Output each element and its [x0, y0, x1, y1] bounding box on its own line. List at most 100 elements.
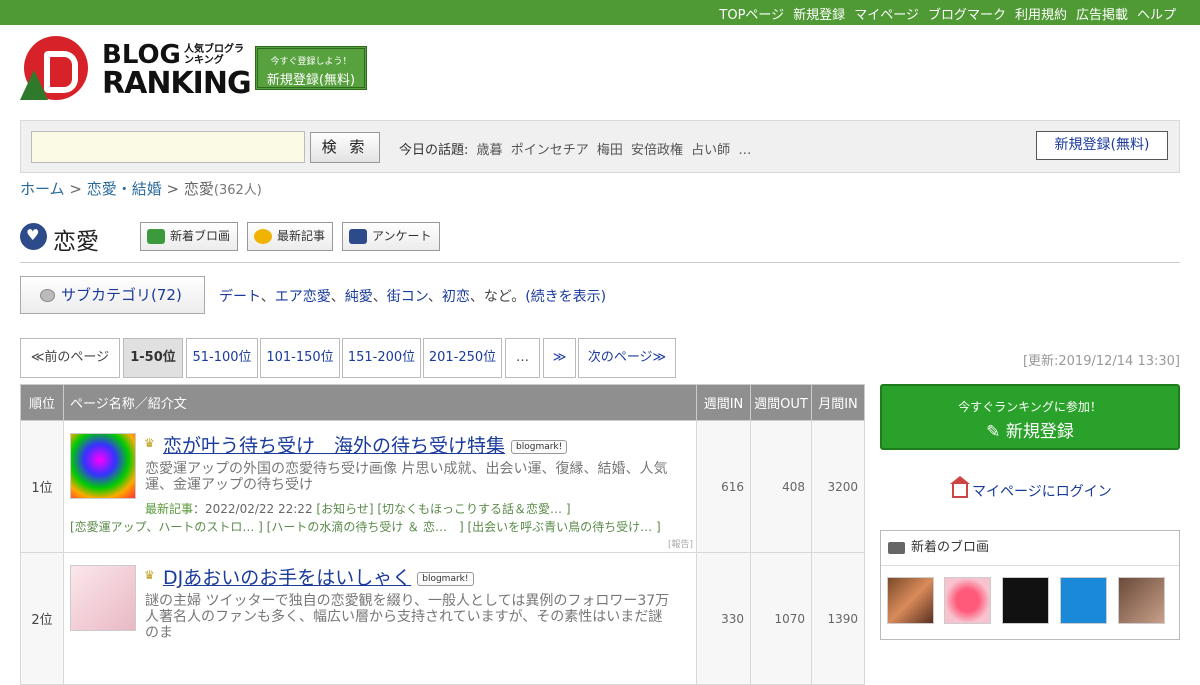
page-button[interactable]: 51-100位 — [186, 338, 258, 378]
week-out-cell: 1070 — [750, 552, 812, 685]
new-image-thumbnail[interactable] — [1060, 577, 1107, 624]
breadcrumb-home[interactable]: ホーム — [20, 180, 65, 198]
article-link[interactable]: [出会いを呼ぶ青い鳥の待ち受け… ] — [467, 520, 660, 534]
report-link[interactable]: [報告] — [668, 537, 693, 550]
subcategory-link[interactable]: 純愛 — [345, 289, 373, 305]
blog-entry: ♛ DJあおいのお手をはいしゃく blogmark! 謎の主婦 ツイッターで独自の… — [63, 552, 697, 685]
blog-entry: ♛ 恋が叶う待ち受け 海外の待ち受け特集 blogmark! 恋愛運アップの外国の… — [63, 420, 697, 553]
topic-link[interactable]: 占い師 — [691, 143, 730, 158]
col-month-in: 月間IN — [811, 384, 865, 421]
logo-text-ranking: RANKING — [102, 66, 252, 101]
breadcrumb-separator: > — [69, 180, 82, 198]
article-link[interactable]: [恋愛運アップ、ハートのストロ… ] — [70, 520, 263, 534]
month-in-cell: 1390 — [811, 552, 865, 685]
nav-register[interactable]: 新規登録 — [793, 4, 845, 23]
latest-date: ：2022/02/22 22:22 — [193, 502, 313, 516]
jump-forward-button[interactable]: ≫ — [543, 338, 576, 378]
heart-category-icon — [20, 223, 47, 250]
blog-title-link[interactable]: 恋が叶う待ち受け 海外の待ち受け特集 blogmark! — [163, 431, 568, 458]
blogmark-badge[interactable]: blogmark! — [417, 572, 474, 586]
page-button[interactable]: 151-200位 — [342, 338, 421, 378]
category-title-text: 恋愛 — [53, 229, 99, 255]
breadcrumb-current: 恋愛 — [183, 180, 214, 198]
latest-articles-label: 最新記事 — [277, 229, 326, 243]
topic-link[interactable]: 梅田 — [597, 143, 623, 158]
subcategory-link[interactable]: デート — [219, 289, 261, 305]
topic-link[interactable]: 安倍政権 — [631, 143, 683, 158]
topic-link[interactable]: ポインセチア — [511, 143, 589, 158]
subcategory-link[interactable]: エア恋愛 — [275, 289, 331, 305]
nav-help[interactable]: ヘルプ — [1137, 4, 1176, 23]
article-link[interactable]: [ハートの水滴の待ち受け ＆ 恋… ] — [267, 520, 464, 534]
rank-cell: 1位 — [20, 420, 64, 553]
next-page-button[interactable]: 次のページ≫ — [578, 338, 676, 378]
mypage-login-link[interactable]: マイページにログイン — [950, 476, 1112, 501]
join-label: ✎ 新規登録 — [882, 417, 1178, 442]
new-image-thumbnail[interactable] — [1002, 577, 1049, 624]
latest-articles-button[interactable]: 最新記事 — [247, 222, 333, 251]
topics-more-link[interactable]: … — [738, 143, 751, 158]
crown-icon: ♛ — [144, 436, 155, 450]
new-images-header: 新着のブロ画 — [881, 531, 1179, 566]
search-bar: 検 索 今日の話題: 歳暮 ポインセチア 梅田 安倍政権 占い師 … 新規登録(… — [20, 120, 1180, 173]
blog-description: 謎の主婦 ツイッターで独自の恋愛観を綴り、一般人としては異例のフォロワー37万人… — [145, 593, 670, 641]
search-button[interactable]: 検 索 — [310, 132, 380, 163]
signup-icon: ✎ — [986, 422, 1006, 442]
col-week-in: 週間IN — [696, 384, 751, 421]
page-button[interactable]: 201-250位 — [423, 338, 502, 378]
logo-tagline: 人気ブログランキング — [184, 44, 244, 66]
site-logo[interactable]: BLOG RANKING 人気ブログランキング — [20, 36, 252, 102]
page-button[interactable]: 101-150位 — [260, 338, 340, 378]
join-ranking-button[interactable]: 今すぐランキングに参加！ ✎ 新規登録 — [880, 384, 1180, 450]
register-banner-button[interactable]: 今すぐ登録しよう！ 新規登録(無料) — [255, 46, 367, 90]
home-icon — [950, 476, 970, 498]
topic-link[interactable]: 歳暮 — [477, 143, 503, 158]
register-free-button[interactable]: 新規登録(無料) — [1036, 131, 1168, 160]
nav-terms[interactable]: 利用規約 — [1015, 4, 1067, 23]
new-badge-icon — [254, 229, 272, 244]
top-navigation-bar: TOPページ 新規登録 マイページ ブログマーク 利用規約 広告掲載 ヘルプ — [0, 0, 1200, 25]
blog-thumbnail[interactable] — [70, 433, 136, 499]
new-image-thumbnail[interactable] — [1118, 577, 1165, 624]
article-link[interactable]: [お知らせ] — [316, 502, 373, 516]
table-row: 2位 ♛ DJあおいのお手をはいしゃく blogmark! 謎の主婦 ツイッターで… — [20, 552, 865, 685]
login-label: マイページにログイン — [972, 484, 1112, 500]
blog-thumbnail[interactable] — [70, 565, 136, 631]
search-input[interactable] — [31, 131, 305, 163]
new-images-button[interactable]: 新着ブロ画 — [140, 222, 238, 251]
subcategory-link[interactable]: 街コン — [387, 289, 428, 305]
subcategory-suffix: 、など。 — [469, 289, 526, 305]
latest-label: 最新記事 — [145, 502, 194, 516]
col-rank: 順位 — [20, 384, 64, 421]
nav-mypage[interactable]: マイページ — [854, 4, 919, 23]
nav-blogmark[interactable]: ブログマーク — [928, 4, 1006, 23]
camera-icon — [147, 229, 165, 244]
subcategory-link[interactable]: 初恋 — [442, 289, 470, 305]
blogmark-badge[interactable]: blogmark! — [511, 440, 568, 454]
blog-description: 恋愛運アップの外国の恋愛待ち受け画像 片思い成就、出会い運、復縁、結婚、人気運、… — [145, 461, 668, 493]
survey-button[interactable]: アンケート — [342, 222, 440, 251]
nav-top[interactable]: TOPページ — [719, 4, 784, 23]
updated-timestamp: [更新:2019/12/14 13:30] — [1022, 354, 1180, 369]
new-image-thumbnail[interactable] — [887, 577, 934, 624]
article-links: [恋愛運アップ、ハートのストロ… ] [ハートの水滴の待ち受け ＆ 恋… ] [… — [70, 518, 661, 535]
new-images-label: 新着ブロ画 — [170, 229, 231, 243]
breadcrumb: ホーム > 恋愛・結婚 > 恋愛(362人) — [20, 178, 262, 199]
survey-label: アンケート — [372, 229, 432, 243]
ranking-table: 順位 ページ名称／紹介文 週間IN 週間OUT 月間IN 1位 ♛ 恋が叶う待ち… — [20, 384, 865, 685]
prev-page-button[interactable]: ≪前のページ — [20, 338, 120, 378]
nav-ads[interactable]: 広告掲載 — [1076, 4, 1128, 23]
subcategory-button[interactable]: サブカテゴリ(72) — [20, 276, 205, 314]
table-row: 1位 ♛ 恋が叶う待ち受け 海外の待ち受け特集 blogmark! 恋愛運アップの… — [20, 420, 865, 553]
article-link[interactable]: [切なくもほっこりする話＆恋愛… ] — [377, 502, 570, 516]
week-in-cell: 330 — [696, 552, 751, 685]
page-button-current[interactable]: 1-50位 — [123, 338, 183, 378]
breadcrumb-count: (362人) — [213, 183, 262, 198]
blog-title-link[interactable]: DJあおいのお手をはいしゃく blogmark! — [163, 563, 474, 590]
breadcrumb-parent[interactable]: 恋愛・結婚 — [87, 180, 162, 198]
latest-article: 最新記事：2022/02/22 22:22 [お知らせ] [切なくもほっこりする… — [145, 500, 571, 517]
new-image-thumbnail[interactable] — [944, 577, 991, 624]
divider — [20, 262, 1180, 263]
survey-icon — [349, 229, 367, 244]
subcategory-more-link[interactable]: (続きを表示) — [525, 289, 606, 305]
